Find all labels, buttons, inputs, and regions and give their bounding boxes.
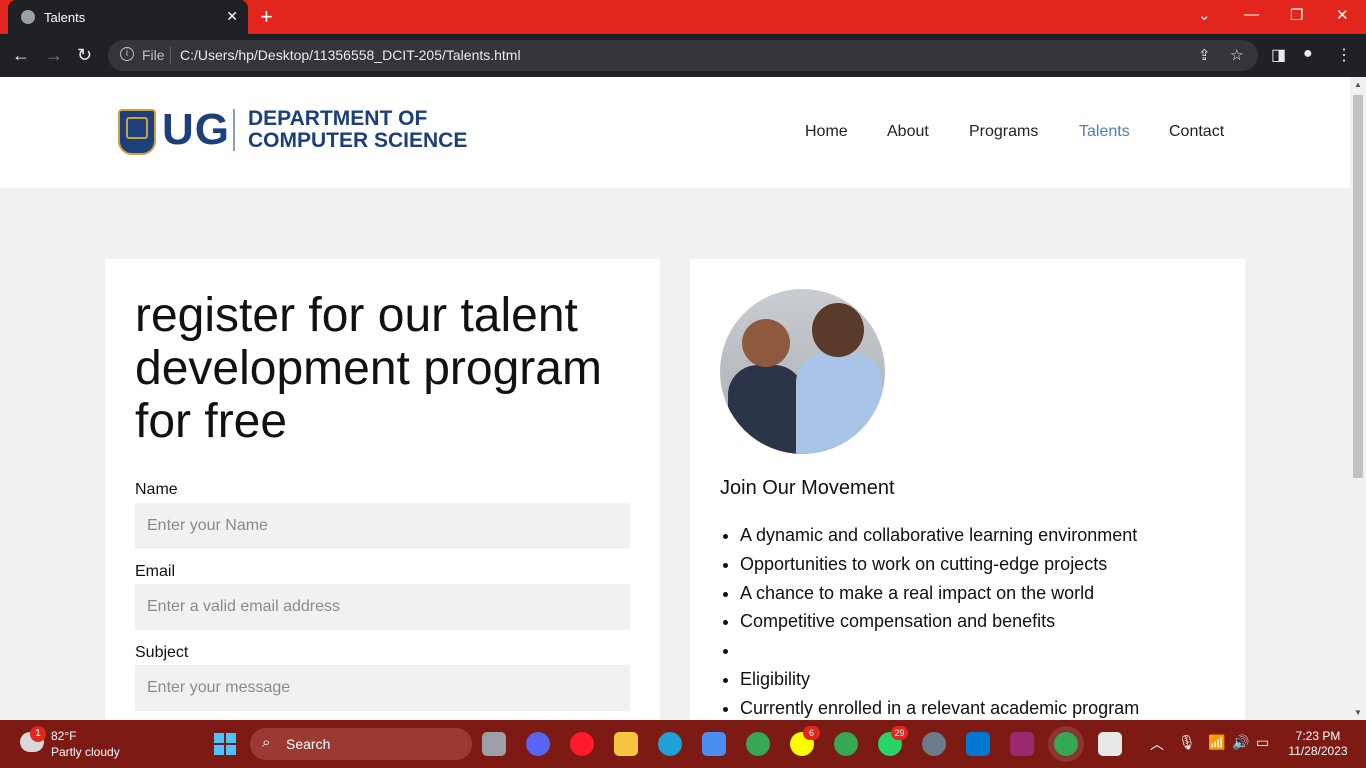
- windows-taskbar: 1 82°F Partly cloudy ⌕ Search 6 29 ︿ 🎙 📶…: [0, 720, 1366, 768]
- clock-time: 7:23 PM: [1295, 729, 1341, 743]
- logo-divider: [233, 109, 235, 151]
- weather-badge: 1: [30, 726, 46, 742]
- opera-icon[interactable]: [570, 732, 594, 756]
- edge-icon[interactable]: [658, 732, 682, 756]
- team-photo: [720, 289, 885, 454]
- browser-tab-strip: Talents ✕ + ⌄ — ❐ ✕: [0, 0, 1366, 34]
- wifi-icon[interactable]: 📶: [1208, 734, 1225, 751]
- taskbar-clock[interactable]: 7:23 PM 11/28/2023: [1286, 729, 1350, 759]
- task-view-icon[interactable]: [482, 732, 506, 756]
- url-text[interactable]: C:/Users/hp/Desktop/11356558_DCIT-205/Ta…: [180, 47, 521, 63]
- email-input[interactable]: Enter a valid email address: [135, 584, 630, 630]
- site-header: UG DEPARTMENT OF COMPUTER SCIENCE Home A…: [0, 77, 1350, 188]
- name-input[interactable]: Enter your Name: [135, 503, 630, 549]
- weather-temperature[interactable]: 82°F: [51, 729, 76, 743]
- microsoft-store-icon[interactable]: [702, 732, 726, 756]
- winrar-icon[interactable]: [1010, 732, 1034, 756]
- email-label: Email: [135, 563, 176, 580]
- menu-kebab-icon[interactable]: ⋮: [1336, 45, 1352, 65]
- list-item: Eligibility: [740, 665, 1139, 694]
- minimize-button[interactable]: —: [1244, 6, 1259, 23]
- nav-contact[interactable]: Contact: [1169, 123, 1224, 141]
- list-item: Competitive compensation and benefits: [740, 607, 1139, 636]
- teams-chat-icon[interactable]: [526, 732, 550, 756]
- list-item: A dynamic and collaborative learning env…: [740, 521, 1139, 550]
- windows-start-icon[interactable]: [214, 733, 236, 755]
- search-icon: ⌕: [262, 734, 271, 751]
- chrome-active-icon[interactable]: [1054, 732, 1078, 756]
- chrome-profile-icon[interactable]: [834, 732, 858, 756]
- tab-search-chevron-icon[interactable]: ⌄: [1198, 6, 1211, 24]
- benefits-list: A dynamic and collaborative learning env…: [740, 521, 1139, 720]
- forward-button[interactable]: →: [45, 45, 63, 66]
- registration-card: register for our talent development prog…: [105, 259, 660, 720]
- settings-gear-icon[interactable]: [922, 732, 946, 756]
- logo-department-text: DEPARTMENT OF COMPUTER SCIENCE: [248, 107, 468, 152]
- back-button[interactable]: ←: [12, 45, 30, 66]
- bookmark-star-icon[interactable]: ☆: [1230, 46, 1243, 64]
- close-tab-icon[interactable]: ✕: [226, 8, 238, 25]
- taskbar-search[interactable]: ⌕ Search: [250, 728, 472, 760]
- tab-title: Talents: [44, 10, 86, 25]
- taskbar-search-label: Search: [286, 736, 331, 752]
- logo-ug-text: UG: [162, 105, 230, 154]
- restore-button[interactable]: ❐: [1290, 6, 1303, 24]
- scroll-up-icon[interactable]: ▲: [1354, 80, 1362, 89]
- microphone-icon[interactable]: 🎙: [1178, 734, 1196, 751]
- reload-button[interactable]: ↻: [77, 45, 92, 66]
- close-window-button[interactable]: ✕: [1336, 6, 1349, 24]
- clock-date: 11/28/2023: [1288, 744, 1348, 758]
- subject-label: Subject: [135, 644, 189, 661]
- vscode-icon[interactable]: [966, 732, 990, 756]
- scroll-down-icon[interactable]: ▼: [1354, 708, 1362, 717]
- nav-about[interactable]: About: [887, 123, 929, 141]
- nav-programs[interactable]: Programs: [969, 123, 1038, 141]
- globe-icon: [21, 10, 35, 24]
- snipping-tool-icon[interactable]: [1098, 732, 1122, 756]
- show-hidden-icons-chevron-icon[interactable]: ︿: [1150, 734, 1164, 754]
- list-item: [740, 636, 1139, 665]
- nav-home[interactable]: Home: [805, 123, 848, 141]
- share-icon[interactable]: ⇪: [1198, 46, 1211, 64]
- nav-talents[interactable]: Talents: [1079, 123, 1130, 141]
- address-bar[interactable]: i File C:/Users/hp/Desktop/11356558_DCIT…: [108, 40, 1258, 71]
- whatsapp-badge: 29: [891, 726, 908, 740]
- crest-icon: [118, 109, 156, 155]
- page-scrollbar[interactable]: ▲ ▼: [1350, 77, 1366, 720]
- new-tab-button[interactable]: +: [260, 4, 273, 30]
- movement-heading: Join Our Movement: [720, 477, 895, 499]
- registration-headline: register for our talent development prog…: [135, 289, 602, 448]
- name-label: Name: [135, 481, 178, 498]
- battery-icon[interactable]: ▭: [1256, 734, 1269, 751]
- address-separator: [170, 47, 171, 64]
- browser-tab-talents[interactable]: Talents ✕: [8, 0, 248, 34]
- browser-toolbar: ← → ↻ i File C:/Users/hp/Desktop/1135655…: [0, 34, 1366, 77]
- file-explorer-icon[interactable]: [614, 732, 638, 756]
- profile-icon[interactable]: ●: [1303, 45, 1313, 63]
- weather-condition[interactable]: Partly cloudy: [51, 745, 120, 759]
- list-item: Opportunities to work on cutting-edge pr…: [740, 550, 1139, 579]
- subject-input[interactable]: Enter your message: [135, 665, 630, 711]
- chrome-icon[interactable]: [746, 732, 770, 756]
- list-item: Currently enrolled in a relevant academi…: [740, 694, 1139, 720]
- volume-icon[interactable]: 🔊: [1232, 734, 1249, 751]
- scrollbar-thumb[interactable]: [1353, 95, 1363, 478]
- page-viewport: UG DEPARTMENT OF COMPUTER SCIENCE Home A…: [0, 77, 1350, 720]
- side-panel-icon[interactable]: ◨: [1271, 45, 1286, 65]
- list-item: A chance to make a real impact on the wo…: [740, 579, 1139, 608]
- info-icon[interactable]: i: [120, 47, 134, 61]
- file-scheme-label: File: [142, 47, 165, 63]
- movement-card: Join Our Movement A dynamic and collabor…: [690, 259, 1245, 720]
- snapchat-badge: 6: [803, 726, 820, 740]
